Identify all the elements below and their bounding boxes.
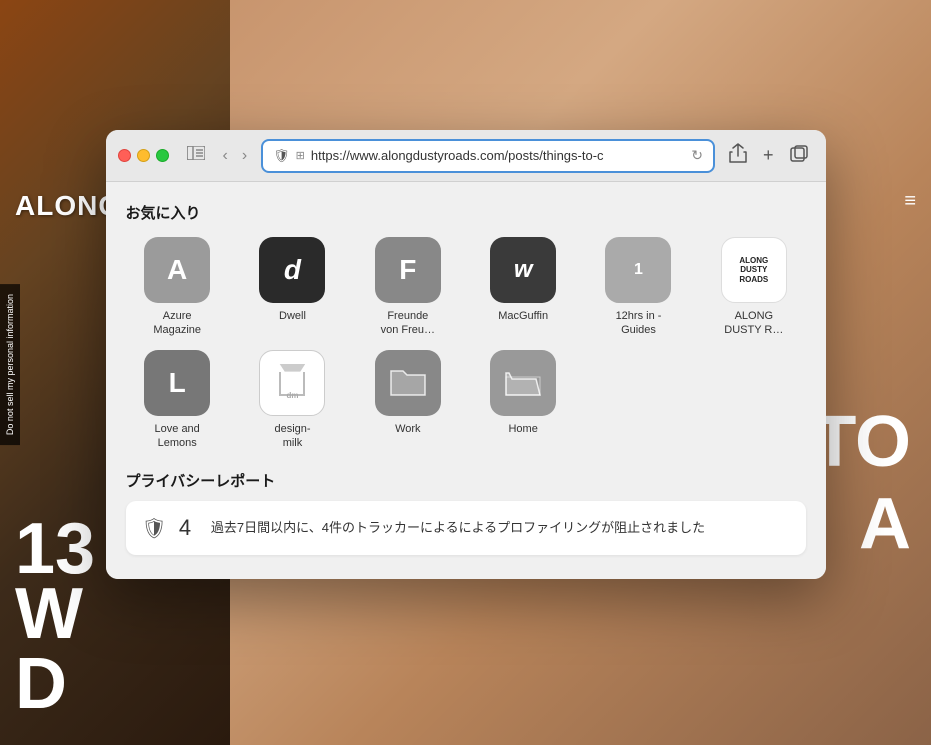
sidebar-toggle-button[interactable]: [183, 142, 209, 169]
fav-love-icon: L: [144, 350, 210, 416]
browser-window: ‹ › 🛡 ⊞ https://www.alongdustyroads.com/…: [106, 130, 826, 579]
share-button[interactable]: [723, 139, 753, 172]
along-logo-text: ALONGDUSTYROADS: [735, 252, 772, 289]
traffic-lights: [118, 149, 169, 162]
folder-icon: [389, 367, 427, 399]
fav-azure-icon: A: [144, 237, 210, 303]
tabs-button[interactable]: [784, 141, 814, 170]
privacy-title: プライバシーレポート: [126, 470, 806, 491]
fav-design-milk[interactable]: dm design-milk: [241, 350, 344, 451]
fav-design-milk-icon: dm: [259, 350, 325, 416]
fav-macguffin-icon: w: [490, 237, 556, 303]
fav-work[interactable]: Work: [356, 350, 459, 451]
bg-left-letter-d: D: [15, 643, 67, 725]
dropdown-panel: お気に入り A AzureMagazine d Dwell F Freundev…: [106, 182, 826, 579]
folder-open-icon: [504, 367, 542, 399]
bg-right-menu-icon: ≡: [904, 190, 916, 213]
favorites-title: お気に入り: [126, 202, 806, 223]
privacy-box[interactable]: 🛡 4 過去7日間以内に、4件のトラッカーによるによるプロファイリングが阻止され…: [126, 501, 806, 555]
sidebar-icon: [187, 146, 205, 160]
share-icon: [729, 143, 747, 163]
address-text: https://www.alongdustyroads.com/posts/th…: [311, 148, 685, 163]
fav-dwell-label: Dwell: [279, 309, 306, 323]
privacy-count: 4: [179, 515, 199, 541]
fav-freunde-label: Freundevon Freu…: [381, 309, 435, 338]
privacy-shield-report-icon: 🛡: [142, 516, 167, 541]
fav-home-icon: [490, 350, 556, 416]
new-tab-button[interactable]: +: [757, 141, 780, 170]
reload-button[interactable]: ↻: [691, 147, 703, 164]
close-button[interactable]: [118, 149, 131, 162]
privacy-message: 過去7日間以内に、4件のトラッカーによるによるプロファイリングが阻止されました: [211, 519, 705, 537]
title-bar: ‹ › 🛡 ⊞ https://www.alongdustyroads.com/…: [106, 130, 826, 182]
fav-dwell-icon: d: [259, 237, 325, 303]
fav-dwell[interactable]: d Dwell: [241, 237, 344, 338]
back-button[interactable]: ‹: [217, 143, 234, 169]
fav-macguffin[interactable]: w MacGuffin: [472, 237, 575, 338]
fav-home-label: Home: [508, 422, 537, 436]
fav-azure-label: AzureMagazine: [153, 309, 201, 338]
design-milk-content: dm: [276, 364, 308, 402]
toolbar-right: +: [723, 139, 814, 172]
fav-azure[interactable]: A AzureMagazine: [126, 237, 229, 338]
address-bar[interactable]: 🛡 ⊞ https://www.alongdustyroads.com/post…: [261, 139, 715, 173]
fav-12hrs-label: 12hrs in -Guides: [616, 309, 662, 338]
fav-love-label: Love andLemons: [155, 422, 200, 451]
fav-freunde-icon: F: [375, 237, 441, 303]
tabs-icon: [790, 145, 808, 163]
fav-work-label: Work: [395, 422, 420, 436]
fav-home[interactable]: Home: [472, 350, 575, 451]
fav-work-icon: [375, 350, 441, 416]
fav-freunde[interactable]: F Freundevon Freu…: [356, 237, 459, 338]
maximize-button[interactable]: [156, 149, 169, 162]
nav-buttons: ‹ ›: [217, 143, 254, 169]
fav-macguffin-label: MacGuffin: [498, 309, 548, 323]
fav-design-milk-label: design-milk: [274, 422, 310, 451]
fav-along-label: ALONGDUSTY R…: [724, 309, 783, 338]
fav-12hrs-icon: 1: [605, 237, 671, 303]
forward-button[interactable]: ›: [236, 143, 253, 169]
privacy-shield-icon: 🛡: [273, 148, 290, 164]
fav-12hrs[interactable]: 1 12hrs in -Guides: [587, 237, 690, 338]
bg-left-badge: Do not sell my personal information: [0, 284, 20, 445]
fav-love[interactable]: L Love andLemons: [126, 350, 229, 451]
minimize-button[interactable]: [137, 149, 150, 162]
favorites-grid: A AzureMagazine d Dwell F Freundevon Fre…: [126, 237, 806, 450]
fav-along[interactable]: ALONGDUSTYROADS ALONGDUSTY R…: [702, 237, 805, 338]
grid-icon: ⊞: [296, 149, 305, 162]
fav-along-icon: ALONGDUSTYROADS: [721, 237, 787, 303]
